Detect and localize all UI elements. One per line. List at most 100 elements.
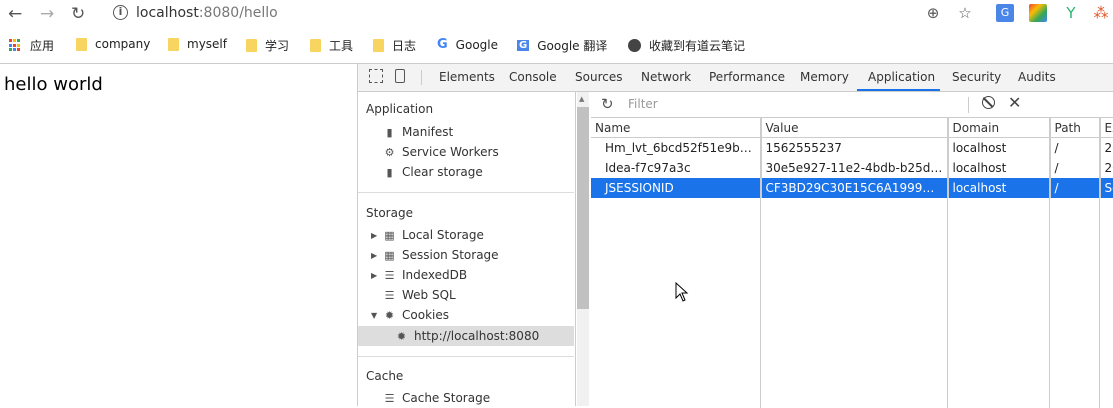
bookmark-study[interactable]: 学习 <box>246 37 289 54</box>
mouse-cursor-icon <box>675 282 689 302</box>
bookmark-label: 学习 <box>265 39 290 53</box>
bookmark-youdao[interactable]: 收藏到有道云笔记 <box>628 37 745 54</box>
document-icon: ▮ <box>386 125 393 139</box>
bookmark-tools[interactable]: 工具 <box>310 37 353 54</box>
tab-performance[interactable]: Performance <box>709 70 785 84</box>
translate-extension-icon[interactable]: G <box>996 4 1014 22</box>
cookie-icon: ✹ <box>384 308 395 322</box>
forward-arrow-icon[interactable]: → <box>40 4 54 24</box>
application-sidebar: Application ▮ Manifest ⚙ Service Workers ▮… <box>358 92 576 406</box>
tab-sources[interactable]: Sources <box>575 70 622 84</box>
inspect-element-icon[interactable] <box>369 69 383 83</box>
cookie-value-cell: 30e5e927-11e2-4bdb-b25d-f8a... <box>761 158 949 178</box>
color-extension-icon[interactable] <box>1029 4 1047 22</box>
folder-icon <box>373 39 384 52</box>
sidebar-item-cookie-origin[interactable]: ✹ http://localhost:8080 <box>395 327 539 345</box>
table-header-row: Name Value Domain Path Ex <box>591 118 1113 138</box>
sidebar-header-cache: Cache <box>366 369 404 383</box>
sidebar-scrollbar[interactable]: ▲ <box>577 92 589 406</box>
sidebar-item-label: http://localhost:8080 <box>414 329 540 343</box>
bookmark-label: 日志 <box>392 39 417 53</box>
youdao-icon <box>628 39 641 52</box>
tab-security[interactable]: Security <box>952 70 1001 84</box>
sidebar-item-session-storage[interactable]: ▦ Session Storage <box>383 246 498 264</box>
trash-icon: ▮ <box>386 165 393 179</box>
vue-extension-icon[interactable]: Y <box>1062 4 1080 22</box>
back-arrow-icon[interactable]: ← <box>8 4 22 24</box>
url-host: localhost <box>136 5 199 21</box>
bookmark-label: myself <box>187 37 227 51</box>
sidebar-item-cache-storage[interactable]: ☰ Cache Storage <box>383 389 491 407</box>
scroll-up-arrow-icon[interactable]: ▲ <box>579 95 584 103</box>
cookie-domain-cell: localhost <box>948 178 1051 198</box>
cookies-toolbar: ↻ ✕ <box>591 92 1113 118</box>
bookmark-label: Google <box>455 37 498 52</box>
column-header-expires[interactable]: Ex <box>1100 118 1113 138</box>
bookmark-google-translate[interactable]: G Google 翻译 <box>517 37 607 54</box>
bookmark-star-icon[interactable]: ☆ <box>956 4 974 22</box>
cookies-panel: ↻ ✕ Name Value Domain Path Ex Hm_lvt_6bc… <box>591 92 1113 408</box>
sidebar-divider <box>358 356 574 357</box>
sidebar-item-manifest[interactable]: ▮ Manifest <box>383 123 453 141</box>
sidebar-item-service-workers[interactable]: ⚙ Service Workers <box>383 143 499 161</box>
column-header-path[interactable]: Path <box>1050 118 1101 138</box>
filter-input[interactable] <box>626 96 930 112</box>
sidebar-item-clear-storage[interactable]: ▮ Clear storage <box>383 163 482 181</box>
sidebar-item-label: Service Workers <box>402 145 499 159</box>
column-divider <box>1049 118 1050 408</box>
tab-application[interactable]: Application <box>868 70 935 84</box>
delete-selected-icon[interactable]: ✕ <box>1008 93 1021 112</box>
bookmark-log[interactable]: 日志 <box>373 37 416 54</box>
tab-elements[interactable]: Elements <box>439 70 495 84</box>
refresh-icon[interactable]: ↻ <box>601 95 614 113</box>
cookie-expires-cell: 20 <box>1100 137 1113 158</box>
table-row-selected[interactable]: JSESSIONID CF3BD29C30E15C6A1999D44F6... … <box>591 178 1113 198</box>
google-icon: G <box>437 37 448 52</box>
url-path: :8080/hello <box>198 5 278 21</box>
sidebar-item-label: Local Storage <box>402 228 484 242</box>
bookmark-label: 收藏到有道云笔记 <box>649 39 746 53</box>
bookmark-label: company <box>95 37 151 51</box>
tab-memory[interactable]: Memory <box>800 70 849 84</box>
sidebar-item-local-storage[interactable]: ▦ Local Storage <box>383 226 484 244</box>
collapse-triangle-icon[interactable]: ▼ <box>371 311 377 320</box>
column-header-name[interactable]: Name <box>591 118 762 138</box>
site-info-icon[interactable]: i <box>113 5 128 20</box>
column-divider <box>760 118 761 408</box>
grid-icon: ▦ <box>384 228 395 242</box>
expand-triangle-icon[interactable]: ▶ <box>371 271 377 280</box>
sidebar-header-storage: Storage <box>366 206 413 220</box>
expand-triangle-icon[interactable]: ▶ <box>371 251 377 260</box>
table-row[interactable]: Hm_lvt_6bcd52f51e9b3dc... 1562555237 loc… <box>591 137 1113 158</box>
folder-icon <box>246 39 257 52</box>
column-header-domain[interactable]: Domain <box>948 118 1051 138</box>
bookmark-myself[interactable]: myself <box>168 37 227 51</box>
sidebar-item-label: Cache Storage <box>402 391 491 405</box>
sidebar-item-indexeddb[interactable]: ☰ IndexedDB <box>383 266 468 284</box>
clear-all-icon[interactable] <box>982 96 995 109</box>
sidebar-item-label: IndexedDB <box>402 268 468 282</box>
device-toolbar-icon[interactable] <box>395 69 405 83</box>
table-row[interactable]: Idea-f7c97a3c 30e5e927-11e2-4bdb-b25d-f8… <box>591 158 1113 178</box>
tab-network[interactable]: Network <box>641 70 691 84</box>
cookie-path-cell: / <box>1050 178 1101 198</box>
bookmark-company[interactable]: company <box>76 37 150 51</box>
address-bar[interactable]: localhost:8080/hello <box>136 5 278 21</box>
devtools-tab-bar: Elements Console Sources Network Perform… <box>358 64 1113 92</box>
sidebar-item-web-sql[interactable]: ☰ Web SQL <box>383 286 456 304</box>
sidebar-item-label: Web SQL <box>402 288 456 302</box>
bookmark-google[interactable]: G Google <box>437 37 498 52</box>
tab-audits[interactable]: Audits <box>1018 70 1056 84</box>
expand-triangle-icon[interactable]: ▶ <box>371 231 377 240</box>
scrollbar-thumb[interactable] <box>577 107 589 309</box>
column-header-value[interactable]: Value <box>761 118 949 138</box>
cookie-name-cell: Hm_lvt_6bcd52f51e9b3dc... <box>591 137 762 158</box>
tab-console[interactable]: Console <box>509 70 557 84</box>
zoom-icon[interactable]: ⊕ <box>924 4 942 22</box>
bookmark-apps[interactable]: 应用 <box>9 37 54 54</box>
network-extension-icon[interactable]: ⁂ <box>1092 4 1110 22</box>
sidebar-item-cookies[interactable]: ✹ Cookies <box>383 306 449 324</box>
reload-icon[interactable]: ↻ <box>71 4 85 24</box>
bookmarks-bar: 应用 company myself 学习 工具 日志 G Google G Goog… <box>0 34 1113 58</box>
tab-separator <box>421 70 422 85</box>
